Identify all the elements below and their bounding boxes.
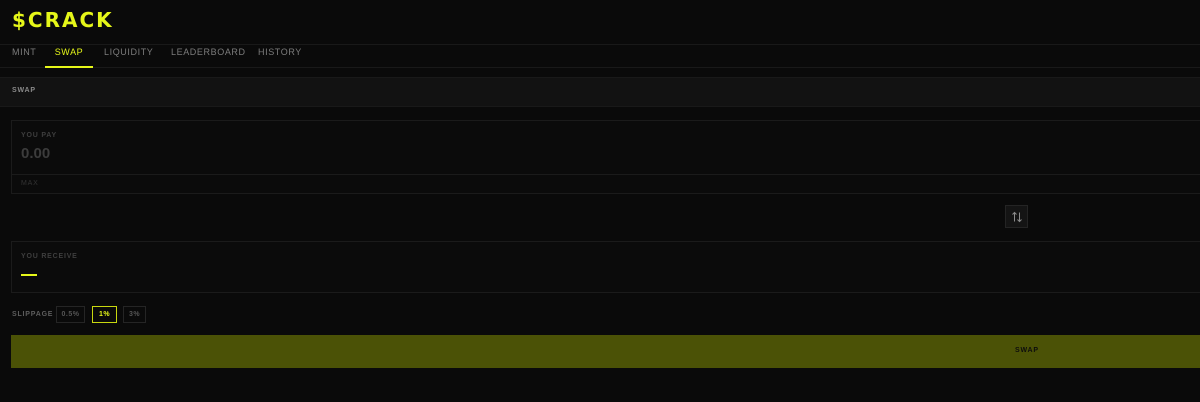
slippage-label: SLIPPAGE	[12, 311, 54, 318]
tab-leaderboard[interactable]: LEADERBOARD	[171, 45, 245, 67]
slippage-option-3[interactable]: 3%	[123, 306, 146, 323]
brand-logo[interactable]: $CRACK	[12, 8, 114, 32]
swap-button[interactable]: SWAP	[11, 335, 1200, 368]
tab-swap[interactable]: SWAP	[45, 45, 93, 68]
tab-liquidity[interactable]: LIQUIDITY	[104, 45, 153, 67]
receive-amount-placeholder	[21, 274, 37, 276]
pay-panel: YOU PAY MAX	[11, 120, 1200, 194]
tab-mint[interactable]: MINT	[12, 45, 36, 67]
receive-label: YOU RECEIVE	[21, 253, 78, 260]
receive-panel: YOU RECEIVE	[11, 241, 1200, 293]
swap-direction-button[interactable]	[1005, 205, 1028, 228]
nav-tabs: MINT SWAP LIQUIDITY LEADERBOARD HISTORY	[0, 44, 1200, 68]
swap-vertical-arrows-icon	[1011, 211, 1022, 222]
slippage-option-0-5[interactable]: 0.5%	[56, 306, 85, 323]
section-header: SWAP	[0, 77, 1200, 107]
pay-divider	[12, 174, 1200, 175]
tab-history[interactable]: HISTORY	[258, 45, 301, 67]
swap-button-label: SWAP	[1015, 347, 1039, 354]
max-button[interactable]: MAX	[21, 180, 39, 187]
pay-amount-input[interactable]	[21, 145, 321, 162]
pay-label: YOU PAY	[21, 132, 57, 139]
app: $CRACK MINT SWAP LIQUIDITY LEADERBOARD H…	[0, 0, 1200, 402]
section-title: SWAP	[12, 87, 36, 94]
slippage-option-1[interactable]: 1%	[92, 306, 117, 323]
